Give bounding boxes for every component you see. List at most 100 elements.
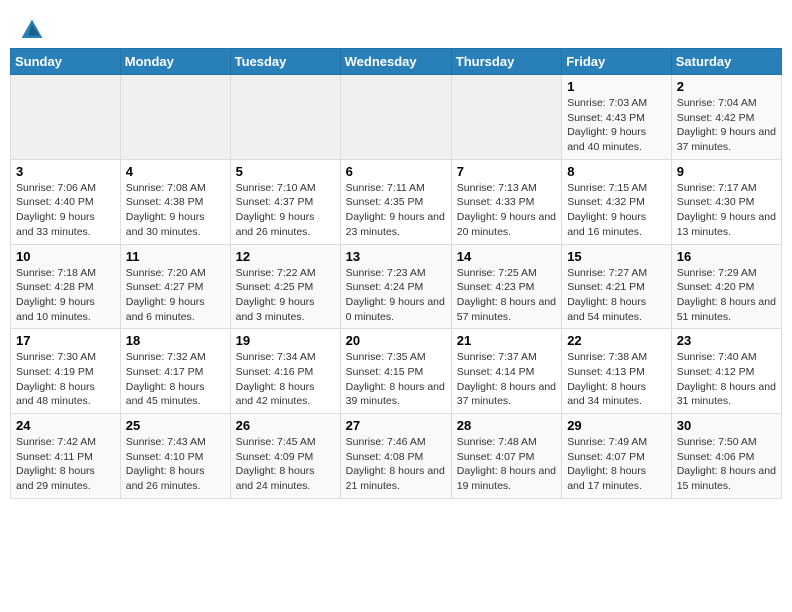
day-number: 22 xyxy=(567,333,666,348)
day-info: Sunrise: 7:35 AM Sunset: 4:15 PM Dayligh… xyxy=(346,350,446,409)
day-info: Sunrise: 7:46 AM Sunset: 4:08 PM Dayligh… xyxy=(346,435,446,494)
calendar-cell xyxy=(230,75,340,160)
calendar-cell: 16Sunrise: 7:29 AM Sunset: 4:20 PM Dayli… xyxy=(671,244,781,329)
day-number: 30 xyxy=(677,418,776,433)
day-info: Sunrise: 7:45 AM Sunset: 4:09 PM Dayligh… xyxy=(236,435,335,494)
weekday-sunday: Sunday xyxy=(11,49,121,75)
day-info: Sunrise: 7:42 AM Sunset: 4:11 PM Dayligh… xyxy=(16,435,115,494)
day-number: 11 xyxy=(126,249,225,264)
day-number: 19 xyxy=(236,333,335,348)
day-info: Sunrise: 7:06 AM Sunset: 4:40 PM Dayligh… xyxy=(16,181,115,240)
calendar-cell: 30 Sunrise: 7:50 AM Sunset: 4:06 PM Dayli… xyxy=(671,414,781,499)
logo-icon xyxy=(20,18,44,42)
day-number: 17 xyxy=(16,333,115,348)
day-number: 20 xyxy=(346,333,446,348)
logo xyxy=(20,18,48,42)
day-info: Sunrise: 7:03 AM Sunset: 4:43 PM Dayligh… xyxy=(567,96,666,155)
day-info: Sunrise: 7:17 AM Sunset: 4:30 PM Dayligh… xyxy=(677,181,776,240)
calendar-cell: 12 Sunrise: 7:22 AM Sunset: 4:25 PM Dayli… xyxy=(230,244,340,329)
day-number: 21 xyxy=(457,333,556,348)
calendar-cell: 20 Sunrise: 7:35 AM Sunset: 4:15 PM Dayli… xyxy=(340,329,451,414)
calendar-cell: 6 Sunrise: 7:11 AM Sunset: 4:35 PM Daylig… xyxy=(340,159,451,244)
calendar-cell: 26 Sunrise: 7:45 AM Sunset: 4:09 PM Dayli… xyxy=(230,414,340,499)
weekday-monday: Monday xyxy=(120,49,230,75)
day-number: 1 xyxy=(567,79,666,94)
calendar-cell: 5Sunrise: 7:10 AM Sunset: 4:37 PM Daylig… xyxy=(230,159,340,244)
day-info: Sunrise: 7:27 AM Sunset: 4:21 PM Dayligh… xyxy=(567,266,666,325)
day-number: 7 xyxy=(457,164,556,179)
day-number: 29 xyxy=(567,418,666,433)
day-number: 2 xyxy=(677,79,776,94)
calendar-cell: 25Sunrise: 7:43 AM Sunset: 4:10 PM Dayli… xyxy=(120,414,230,499)
day-number: 28 xyxy=(457,418,556,433)
day-number: 13 xyxy=(346,249,446,264)
calendar-cell: 3 Sunrise: 7:06 AM Sunset: 4:40 PM Daylig… xyxy=(11,159,121,244)
calendar-cell: 4 Sunrise: 7:08 AM Sunset: 4:38 PM Daylig… xyxy=(120,159,230,244)
weekday-friday: Friday xyxy=(562,49,672,75)
day-number: 4 xyxy=(126,164,225,179)
day-number: 16 xyxy=(677,249,776,264)
calendar-cell: 10Sunrise: 7:18 AM Sunset: 4:28 PM Dayli… xyxy=(11,244,121,329)
day-info: Sunrise: 7:04 AM Sunset: 4:42 PM Dayligh… xyxy=(677,96,776,155)
day-number: 12 xyxy=(236,249,335,264)
weekday-saturday: Saturday xyxy=(671,49,781,75)
day-info: Sunrise: 7:37 AM Sunset: 4:14 PM Dayligh… xyxy=(457,350,556,409)
day-number: 23 xyxy=(677,333,776,348)
calendar-cell: 2 Sunrise: 7:04 AM Sunset: 4:42 PM Daylig… xyxy=(671,75,781,160)
calendar-cell xyxy=(451,75,561,160)
day-info: Sunrise: 7:40 AM Sunset: 4:12 PM Dayligh… xyxy=(677,350,776,409)
day-number: 15 xyxy=(567,249,666,264)
day-number: 9 xyxy=(677,164,776,179)
calendar-cell: 9 Sunrise: 7:17 AM Sunset: 4:30 PM Daylig… xyxy=(671,159,781,244)
calendar-cell xyxy=(11,75,121,160)
day-info: Sunrise: 7:11 AM Sunset: 4:35 PM Dayligh… xyxy=(346,181,446,240)
weekday-tuesday: Tuesday xyxy=(230,49,340,75)
calendar-week-4: 17 Sunrise: 7:30 AM Sunset: 4:19 PM Dayli… xyxy=(11,329,782,414)
calendar-week-1: 1 Sunrise: 7:03 AM Sunset: 4:43 PM Daylig… xyxy=(11,75,782,160)
day-number: 18 xyxy=(126,333,225,348)
day-number: 25 xyxy=(126,418,225,433)
calendar-table: SundayMondayTuesdayWednesdayThursdayFrid… xyxy=(10,48,782,499)
calendar-cell: 8 Sunrise: 7:15 AM Sunset: 4:32 PM Daylig… xyxy=(562,159,672,244)
calendar-cell: 17 Sunrise: 7:30 AM Sunset: 4:19 PM Dayli… xyxy=(11,329,121,414)
calendar-cell xyxy=(120,75,230,160)
day-info: Sunrise: 7:20 AM Sunset: 4:27 PM Dayligh… xyxy=(126,266,225,325)
calendar-cell: 27 Sunrise: 7:46 AM Sunset: 4:08 PM Dayli… xyxy=(340,414,451,499)
day-number: 14 xyxy=(457,249,556,264)
day-info: Sunrise: 7:30 AM Sunset: 4:19 PM Dayligh… xyxy=(16,350,115,409)
calendar-cell: 19 Sunrise: 7:34 AM Sunset: 4:16 PM Dayli… xyxy=(230,329,340,414)
calendar-cell: 13 Sunrise: 7:23 AM Sunset: 4:24 PM Dayli… xyxy=(340,244,451,329)
day-info: Sunrise: 7:08 AM Sunset: 4:38 PM Dayligh… xyxy=(126,181,225,240)
day-info: Sunrise: 7:34 AM Sunset: 4:16 PM Dayligh… xyxy=(236,350,335,409)
calendar-cell: 23 Sunrise: 7:40 AM Sunset: 4:12 PM Dayli… xyxy=(671,329,781,414)
day-info: Sunrise: 7:18 AM Sunset: 4:28 PM Dayligh… xyxy=(16,266,115,325)
calendar-cell: 28 Sunrise: 7:48 AM Sunset: 4:07 PM Dayli… xyxy=(451,414,561,499)
calendar-cell: 29Sunrise: 7:49 AM Sunset: 4:07 PM Dayli… xyxy=(562,414,672,499)
calendar-cell: 1 Sunrise: 7:03 AM Sunset: 4:43 PM Daylig… xyxy=(562,75,672,160)
day-number: 6 xyxy=(346,164,446,179)
calendar-header: SundayMondayTuesdayWednesdayThursdayFrid… xyxy=(11,49,782,75)
day-number: 26 xyxy=(236,418,335,433)
calendar-cell: 22 Sunrise: 7:38 AM Sunset: 4:13 PM Dayli… xyxy=(562,329,672,414)
day-info: Sunrise: 7:32 AM Sunset: 4:17 PM Dayligh… xyxy=(126,350,225,409)
day-info: Sunrise: 7:22 AM Sunset: 4:25 PM Dayligh… xyxy=(236,266,335,325)
day-number: 27 xyxy=(346,418,446,433)
day-number: 8 xyxy=(567,164,666,179)
calendar-week-5: 24 Sunrise: 7:42 AM Sunset: 4:11 PM Dayli… xyxy=(11,414,782,499)
weekday-header-row: SundayMondayTuesdayWednesdayThursdayFrid… xyxy=(11,49,782,75)
calendar-cell: 7Sunrise: 7:13 AM Sunset: 4:33 PM Daylig… xyxy=(451,159,561,244)
weekday-wednesday: Wednesday xyxy=(340,49,451,75)
day-info: Sunrise: 7:48 AM Sunset: 4:07 PM Dayligh… xyxy=(457,435,556,494)
day-info: Sunrise: 7:15 AM Sunset: 4:32 PM Dayligh… xyxy=(567,181,666,240)
day-info: Sunrise: 7:50 AM Sunset: 4:06 PM Dayligh… xyxy=(677,435,776,494)
day-info: Sunrise: 7:23 AM Sunset: 4:24 PM Dayligh… xyxy=(346,266,446,325)
weekday-thursday: Thursday xyxy=(451,49,561,75)
calendar-cell: 21 Sunrise: 7:37 AM Sunset: 4:14 PM Dayli… xyxy=(451,329,561,414)
calendar-cell: 15 Sunrise: 7:27 AM Sunset: 4:21 PM Dayli… xyxy=(562,244,672,329)
calendar-cell xyxy=(340,75,451,160)
calendar-cell: 24 Sunrise: 7:42 AM Sunset: 4:11 PM Dayli… xyxy=(11,414,121,499)
day-number: 3 xyxy=(16,164,115,179)
calendar-cell: 18 Sunrise: 7:32 AM Sunset: 4:17 PM Dayli… xyxy=(120,329,230,414)
day-info: Sunrise: 7:38 AM Sunset: 4:13 PM Dayligh… xyxy=(567,350,666,409)
day-number: 24 xyxy=(16,418,115,433)
